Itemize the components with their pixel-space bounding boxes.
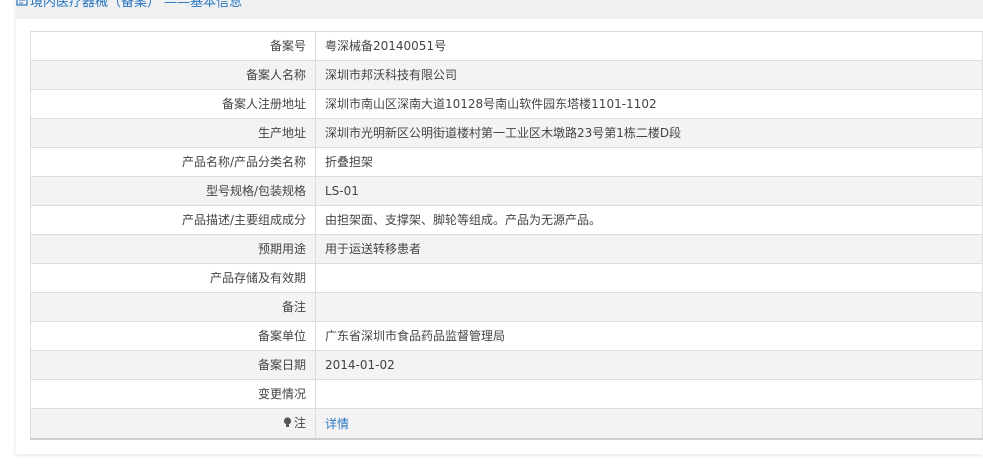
- note-label-text: 注: [293, 416, 306, 430]
- row-value-description: 由担架面、支撑架、脚轮等组成。产品为无源产品。: [315, 205, 983, 235]
- row-label-storage-validity: 产品存储及有效期: [30, 263, 316, 293]
- row-value-intended-use: 用于运送转移患者: [315, 234, 983, 264]
- lightbulb-icon: [283, 410, 292, 437]
- table-row: 生产地址 深圳市光明新区公明街道楼村第一工业区木墩路23号第1栋二楼D段: [30, 118, 983, 148]
- row-value-note: 详情: [315, 408, 983, 440]
- table-row: 备案人注册地址 深圳市南山区深南大道10128号南山软件园东塔楼1101-110…: [30, 89, 983, 119]
- row-label-record-no: 备案号: [30, 31, 316, 61]
- table-row: 备案单位 广东省深圳市食品药品监督管理局: [30, 321, 983, 351]
- row-value-storage-validity: [315, 263, 983, 293]
- row-label-model-spec: 型号规格/包装规格: [30, 176, 316, 206]
- details-link[interactable]: 详情: [325, 417, 349, 431]
- table-row: 备案号 粤深械备20140051号: [30, 31, 983, 61]
- table-row: 备注: [30, 292, 983, 322]
- panel-header: 境内医疗器械（备案） ——基本信息: [16, 0, 983, 19]
- row-label-registrant-address: 备案人注册地址: [30, 89, 316, 119]
- row-label-note: 注: [30, 408, 316, 440]
- row-value-changes: [315, 379, 983, 409]
- table-row: 产品名称/产品分类名称 折叠担架: [30, 147, 983, 177]
- row-value-production-address: 深圳市光明新区公明街道楼村第一工业区木墩路23号第1栋二楼D段: [315, 118, 983, 148]
- row-label-record-date: 备案日期: [30, 350, 316, 380]
- row-label-record-unit: 备案单位: [30, 321, 316, 351]
- row-label-remarks: 备注: [30, 292, 316, 322]
- panel-title: 境内医疗器械（备案） ——基本信息: [16, 0, 242, 13]
- row-value-remarks: [315, 292, 983, 322]
- row-value-registrant-address: 深圳市南山区深南大道10128号南山软件园东塔楼1101-1102: [315, 89, 983, 119]
- row-value-record-no: 粤深械备20140051号: [315, 31, 983, 61]
- table-row: 产品存储及有效期: [30, 263, 983, 293]
- row-value-record-date: 2014-01-02: [315, 350, 983, 380]
- row-label-registrant: 备案人名称: [30, 60, 316, 90]
- panel-title-text: 境内医疗器械（备案） ——基本信息: [30, 0, 243, 10]
- row-value-product-name: 折叠担架: [315, 147, 983, 177]
- table-row: 产品描述/主要组成成分 由担架面、支撑架、脚轮等组成。产品为无源产品。: [30, 205, 983, 235]
- table-row: 备案人名称 深圳市邦沃科技有限公司: [30, 60, 983, 90]
- row-label-intended-use: 预期用途: [30, 234, 316, 264]
- document-icon: [16, 0, 28, 13]
- row-label-description: 产品描述/主要组成成分: [30, 205, 316, 235]
- row-value-model-spec: LS-01: [315, 176, 983, 206]
- basic-info-table: 备案号 粤深械备20140051号 备案人名称 深圳市邦沃科技有限公司 备案人注…: [30, 31, 983, 440]
- row-value-record-unit: 广东省深圳市食品药品监督管理局: [315, 321, 983, 351]
- table-row: 预期用途 用于运送转移患者: [30, 234, 983, 264]
- table-row: 型号规格/包装规格 LS-01: [30, 176, 983, 206]
- table-row: 备案日期 2014-01-02: [30, 350, 983, 380]
- row-label-product-name: 产品名称/产品分类名称: [30, 147, 316, 177]
- row-label-production-address: 生产地址: [30, 118, 316, 148]
- table-row: 注 详情: [30, 408, 983, 440]
- basic-info-panel: 境内医疗器械（备案） ——基本信息 备案号 粤深械备20140051号 备案人名…: [16, 0, 983, 454]
- table-row: 变更情况: [30, 379, 983, 409]
- row-value-registrant: 深圳市邦沃科技有限公司: [315, 60, 983, 90]
- row-label-changes: 变更情况: [30, 379, 316, 409]
